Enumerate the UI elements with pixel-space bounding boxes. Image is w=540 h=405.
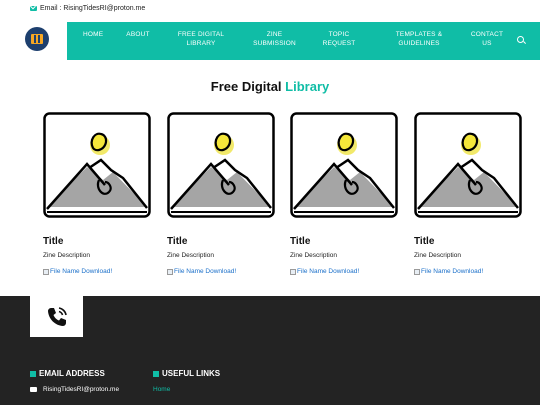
card-title: Title: [167, 236, 188, 247]
card-download-text[interactable]: File Name Download!: [297, 268, 359, 275]
topbar-email-text: Email : RisingTidesRI@proton.me: [40, 5, 146, 12]
card-description: Zine Description: [43, 252, 90, 259]
heading-square-icon: [153, 370, 159, 377]
card-download-link[interactable]: File Name Download!: [414, 268, 524, 275]
card-description: Zine Description: [290, 252, 337, 259]
broken-image-icon: [167, 268, 173, 275]
zine-card: Title Zine Description File Name Downloa…: [414, 112, 524, 275]
card-download-text[interactable]: File Name Download!: [174, 268, 236, 275]
page-title-accent: Library: [285, 79, 330, 94]
heading-square-icon: [30, 370, 36, 377]
footer-email-text[interactable]: RisingTidesRI@proton.me: [43, 386, 119, 393]
card-description: Zine Description: [167, 252, 214, 259]
footer-links-heading-text: USEFUL LINKS: [162, 369, 221, 378]
card-download-text[interactable]: File Name Download!: [50, 268, 112, 275]
card-title: Title: [414, 236, 435, 247]
main-navigation: HOME ABOUT FREE DIGITAL LIBRARY ZINE SUB…: [0, 22, 540, 60]
nav-item-templates-guidelines[interactable]: TEMPLATES & GUIDELINES: [388, 30, 450, 48]
envelope-icon: [30, 6, 37, 11]
image-placeholder-icon: [414, 112, 522, 218]
image-placeholder-icon: [167, 112, 275, 218]
phone-icon: [47, 306, 67, 326]
page-title: Free Digital Library: [0, 79, 540, 94]
nav-item-contact-us[interactable]: CONTACT US: [468, 30, 506, 48]
phone-badge: [30, 296, 83, 337]
broken-image-icon: [290, 268, 296, 275]
envelope-icon: [30, 387, 37, 392]
card-download-link[interactable]: File Name Download!: [167, 268, 277, 275]
logo-area: [0, 22, 67, 60]
card-download-link[interactable]: File Name Download!: [290, 268, 400, 275]
image-placeholder-icon: [290, 112, 398, 218]
zine-card: Title Zine Description File Name Downloa…: [167, 112, 277, 275]
footer-links-heading: USEFUL LINKS: [153, 369, 220, 378]
card-download-text[interactable]: File Name Download!: [421, 268, 483, 275]
zine-card: Title Zine Description File Name Downloa…: [43, 112, 153, 275]
card-download-link[interactable]: File Name Download!: [43, 268, 153, 275]
footer-email-heading-text: EMAIL ADDRESS: [39, 369, 105, 378]
footer-link-home[interactable]: Home: [153, 386, 170, 393]
topbar-email: Email : RisingTidesRI@proton.me: [30, 5, 145, 12]
top-bar: Email : RisingTidesRI@proton.me: [0, 0, 540, 22]
footer-email-heading: EMAIL ADDRESS: [30, 369, 105, 378]
nav-item-home[interactable]: HOME: [83, 30, 103, 39]
broken-image-icon: [414, 268, 420, 275]
image-placeholder-icon: [43, 112, 151, 218]
nav-item-free-digital-library[interactable]: FREE DIGITAL LIBRARY: [177, 30, 225, 48]
card-title: Title: [290, 236, 311, 247]
broken-image-icon: [43, 268, 49, 275]
nav-item-topic-request[interactable]: TOPIC REQUEST: [321, 30, 357, 48]
nav-item-about[interactable]: ABOUT: [124, 30, 152, 39]
footer: EMAIL ADDRESS USEFUL LINKS RisingTidesRI…: [0, 296, 540, 405]
search-icon[interactable]: [517, 36, 524, 43]
footer-email[interactable]: RisingTidesRI@proton.me: [30, 386, 119, 393]
page-title-main: Free Digital: [210, 79, 286, 94]
zine-card: Title Zine Description File Name Downloa…: [290, 112, 400, 275]
card-description: Zine Description: [414, 252, 461, 259]
card-title: Title: [43, 236, 64, 247]
nav-item-zine-submission[interactable]: ZINE SUBMISSION: [252, 30, 297, 48]
books-logo-icon[interactable]: [25, 27, 49, 51]
